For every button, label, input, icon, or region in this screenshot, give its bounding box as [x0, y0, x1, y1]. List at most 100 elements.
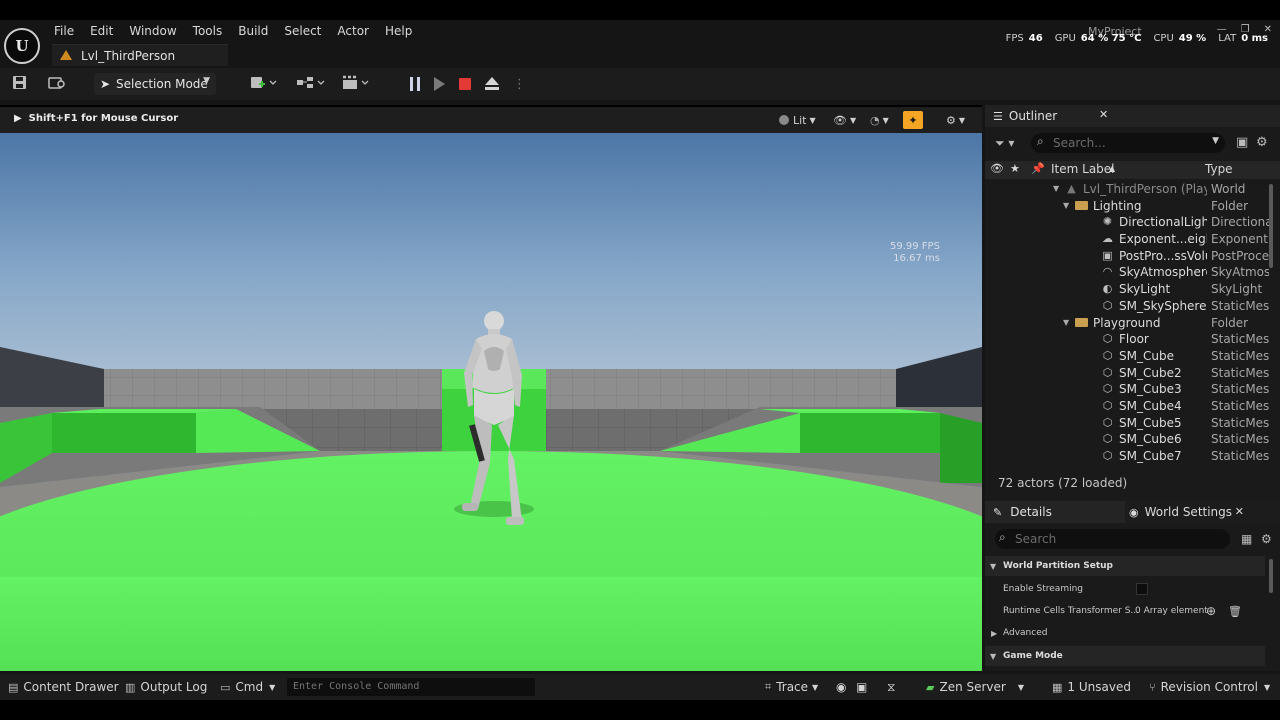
gpu-value: 64 % 75 °C: [1080, 33, 1142, 44]
record-icon[interactable]: ◉: [836, 679, 846, 695]
menu-select[interactable]: Select: [276, 24, 329, 38]
cinematics-icon[interactable]: [342, 75, 372, 94]
save-icon[interactable]: [12, 75, 27, 94]
menu-file[interactable]: File: [46, 24, 82, 38]
outliner-row[interactable]: ⬡ SM_Cube StaticMeshActor: [985, 348, 1270, 365]
play-settings-button[interactable]: ✦: [903, 111, 923, 129]
menu-actor[interactable]: Actor: [329, 24, 377, 38]
visibility-eye-icon[interactable]: 👁: [990, 162, 1004, 175]
selection-mode-dropdown[interactable]: ➤ Selection Mode ▼: [94, 73, 216, 95]
eject-icon[interactable]: [485, 77, 499, 91]
outliner-row[interactable]: ▣ PostPro...ssVolume PostProcessVolume: [985, 248, 1270, 265]
fps-overlay-fps: 59.99 FPS: [890, 241, 940, 252]
favorite-star-icon[interactable]: ★: [1010, 162, 1020, 175]
expand-arrow-icon[interactable]: ▼: [1053, 181, 1059, 198]
column-type[interactable]: Type: [1205, 162, 1233, 176]
content-drawer-icon: ▤: [8, 680, 19, 694]
pause-icon[interactable]: [410, 77, 420, 91]
blueprint-icon[interactable]: [296, 75, 326, 94]
details-search-input[interactable]: ⌕ Search: [995, 529, 1230, 549]
table-view-icon[interactable]: ▦: [1241, 532, 1252, 546]
menu-tools[interactable]: Tools: [185, 24, 231, 38]
outliner-search-input[interactable]: ⌕ Search... ▼: [1031, 133, 1225, 153]
console-input[interactable]: [287, 678, 535, 696]
category-advanced[interactable]: ▶ Advanced: [985, 622, 1265, 644]
outliner-row[interactable]: ⬡ SM_SkySphere StaticMeshActor: [985, 298, 1270, 315]
tab-details[interactable]: ✎ Details: [985, 501, 1125, 523]
settings-gear-icon[interactable]: ⚙: [1256, 135, 1268, 150]
outliner-row[interactable]: ⬡ SM_Cube5 StaticMeshActor: [985, 415, 1270, 432]
close-icon[interactable]: ✕: [1099, 108, 1108, 121]
trace-dropdown[interactable]: ⌗ Trace ▼: [765, 679, 818, 695]
output-log-button[interactable]: ▥ Output Log: [125, 679, 207, 695]
outliner-row[interactable]: ◠ SkyAtmosphere SkyAtmosphere: [985, 264, 1270, 281]
new-folder-icon[interactable]: ▣: [1236, 135, 1248, 150]
outliner-row[interactable]: ⬡ SM_Cube6 StaticMeshActor: [985, 431, 1270, 448]
show-flags-button[interactable]: 👁 ▼: [833, 111, 856, 129]
outliner-row-type: PostProcessVolume: [1211, 248, 1269, 263]
menu-window[interactable]: Window: [121, 24, 184, 38]
screenshot-icon[interactable]: ▣: [856, 679, 867, 695]
expand-arrow-icon[interactable]: ▼: [1063, 198, 1069, 215]
level-tab[interactable]: Lvl_ThirdPerson: [52, 44, 228, 66]
viewport-settings-button[interactable]: ⚙ ▼: [946, 111, 965, 129]
add-actor-icon[interactable]: [250, 75, 278, 94]
stop-icon[interactable]: [459, 78, 471, 90]
enable-streaming-checkbox[interactable]: [1136, 583, 1148, 595]
outliner-row[interactable]: ▼ Playground Folder: [985, 315, 1270, 332]
trash-icon[interactable]: 🗑: [1228, 605, 1242, 618]
category-world-partition[interactable]: ▼ World Partition Setup: [985, 556, 1265, 576]
unreal-logo[interactable]: U: [4, 28, 40, 64]
pin-icon[interactable]: 📌: [1031, 162, 1045, 175]
outliner-row[interactable]: ▼ ▲ Lvl_ThirdPerson (Play In Editor) World: [985, 181, 1270, 198]
outliner-row-type: StaticMeshActor: [1211, 398, 1269, 413]
outliner-row[interactable]: ☁ Exponent...eightFog ExponentialHeightFog: [985, 231, 1270, 248]
menu-help[interactable]: Help: [377, 24, 420, 38]
advance-frame-icon[interactable]: [434, 77, 445, 91]
outliner-row[interactable]: ⬡ SM_Cube4 StaticMeshActor: [985, 398, 1270, 415]
maximize-icon[interactable]: ❐: [1241, 24, 1250, 35]
fps-value: 46: [1028, 33, 1043, 44]
folder-icon: [1075, 198, 1088, 215]
revision-control-dropdown[interactable]: ⑂ Revision Control ▼: [1149, 679, 1270, 695]
close-window-icon[interactable]: ✕: [1264, 24, 1272, 35]
outliner-row[interactable]: ▼ Lighting Folder: [985, 198, 1270, 215]
insights-icon[interactable]: ⧖: [887, 679, 895, 695]
chevron-down-icon: ▼: [269, 682, 276, 692]
expand-arrow-icon[interactable]: ▼: [1063, 315, 1069, 332]
details-scrollbar[interactable]: [1269, 559, 1273, 593]
filter-icon[interactable]: ⏷ ▾: [995, 136, 1014, 151]
chevron-down-icon: ▼: [1263, 682, 1271, 692]
outliner-row[interactable]: ◐ SkyLight SkyLight: [985, 281, 1270, 298]
menu-build[interactable]: Build: [230, 24, 276, 38]
content-browser-icon[interactable]: [48, 75, 66, 94]
menu-edit[interactable]: Edit: [82, 24, 121, 38]
add-element-icon[interactable]: ⊕: [1206, 604, 1216, 618]
sky-icon: ◠: [1102, 265, 1113, 279]
outliner-row[interactable]: ⬡ SM_Cube2 StaticMeshActor: [985, 365, 1270, 382]
level-viewport[interactable]: ▶ Shift+F1 for Mouse Cursor Lit ▼ 👁 ▼ ◔ ▼ …: [0, 105, 982, 671]
outliner-tab[interactable]: ☰ Outliner ✕: [985, 105, 1280, 127]
expand-arrow-icon: ▼: [990, 561, 997, 571]
performance-button[interactable]: ◔ ▼: [870, 111, 889, 129]
outliner-scrollbar[interactable]: [1269, 184, 1273, 268]
gpu-label: GPU: [1054, 33, 1076, 44]
more-options-icon[interactable]: ⋮: [513, 77, 526, 92]
outliner-row[interactable]: ✺ DirectionalLight DirectionalLight: [985, 214, 1270, 231]
view-mode-button[interactable]: Lit ▼: [779, 111, 816, 129]
column-item-label[interactable]: Item Label: [1051, 162, 1115, 176]
cmd-dropdown[interactable]: ▭ Cmd ▼: [220, 679, 275, 695]
zen-server-dropdown[interactable]: ▰ Zen Server ▼: [926, 679, 1024, 695]
minimize-icon[interactable]: —: [1217, 24, 1227, 35]
content-drawer-button[interactable]: ▤ Content Drawer: [8, 679, 119, 695]
outliner-row[interactable]: ⬡ SM_Cube3 StaticMeshActor: [985, 381, 1270, 398]
unsaved-button[interactable]: ▦ 1 Unsaved: [1052, 679, 1131, 695]
details-settings-icon[interactable]: ⚙: [1261, 532, 1272, 546]
close-icon[interactable]: ✕: [1235, 505, 1244, 518]
outliner-row[interactable]: ⬡ Floor StaticMeshActor: [985, 331, 1270, 348]
zen-server-icon: ▰: [926, 680, 935, 694]
search-icon: ⌕: [999, 530, 1006, 544]
tab-world-settings[interactable]: ◉ World Settings ✕: [1125, 501, 1252, 523]
category-game-mode[interactable]: ▼ Game Mode: [985, 646, 1265, 666]
outliner-row[interactable]: ⬡ SM_Cube7 StaticMeshActor: [985, 448, 1270, 465]
